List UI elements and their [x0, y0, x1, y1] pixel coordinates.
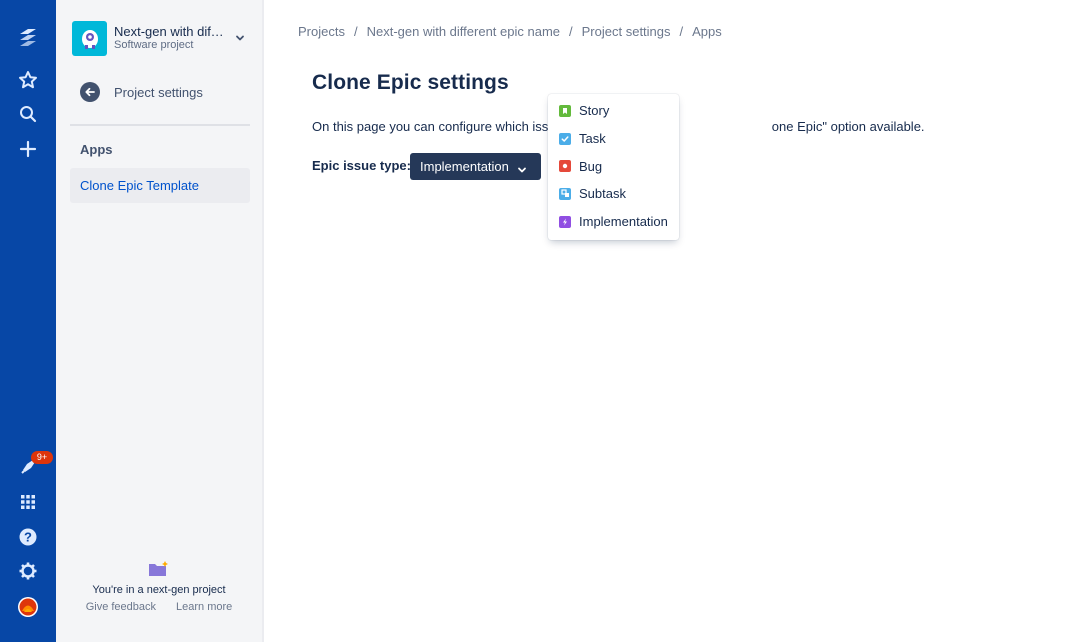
dropdown-option-label: Task: [579, 131, 606, 147]
story-icon: [559, 104, 571, 117]
sidebar-divider: [70, 124, 250, 126]
chevron-down-icon: [517, 162, 527, 180]
plus-icon[interactable]: [12, 133, 44, 165]
epic-issue-type-value: Implementation: [420, 159, 509, 174]
app-switcher-icon[interactable]: [12, 486, 44, 518]
user-avatar-icon[interactable]: [12, 591, 44, 623]
notification-count-badge: 9+: [31, 451, 53, 464]
learn-more-link[interactable]: Learn more: [176, 601, 232, 613]
svg-text:?: ?: [24, 530, 32, 545]
sidebar-item-label: Clone Epic Template: [80, 178, 199, 193]
project-type: Software project: [114, 39, 194, 51]
dropdown-option-subtask[interactable]: Subtask: [548, 180, 679, 208]
folder-sparkle-icon: [148, 560, 170, 578]
search-icon[interactable]: [12, 98, 44, 130]
dropdown-option-bug[interactable]: Bug: [548, 152, 679, 180]
back-label: Project settings: [114, 84, 203, 100]
breadcrumb-apps[interactable]: Apps: [692, 24, 722, 39]
page-description-left: On this page you can configure which iss…: [312, 119, 563, 134]
breadcrumb-separator: /: [569, 24, 573, 39]
breadcrumb-separator: /: [353, 24, 358, 39]
page-title: Clone Epic settings: [312, 71, 509, 94]
dropdown-option-story[interactable]: Story: [548, 97, 679, 125]
breadcrumb-projects[interactable]: Projects: [298, 24, 345, 39]
project-switcher[interactable]: Next-gen with different epic name Softwa…: [72, 20, 252, 56]
dropdown-option-task[interactable]: Task: [548, 125, 679, 153]
task-icon: [559, 132, 571, 145]
sidebar-item-clone-epic-template[interactable]: Clone Epic Template: [70, 168, 250, 203]
project-name: Next-gen with different epic name: [114, 25, 224, 39]
settings-icon[interactable]: [12, 555, 44, 587]
global-navigation: 9+ ?: [0, 0, 56, 642]
back-arrow-icon: [80, 82, 100, 102]
breadcrumb: Projects / Next-gen with different epic …: [298, 24, 722, 39]
project-avatar-icon: [72, 20, 107, 56]
dropdown-option-label: Implementation: [579, 214, 668, 230]
star-icon[interactable]: [12, 64, 44, 96]
page-description-right: one Epic" option available.: [771, 119, 925, 134]
next-gen-text: You're in a next-gen project: [92, 584, 226, 596]
jira-logo-icon[interactable]: [12, 22, 44, 54]
dropdown-option-label: Story: [579, 103, 610, 119]
implementation-icon: [559, 215, 571, 228]
give-feedback-link[interactable]: Give feedback: [86, 601, 156, 613]
dropdown-option-label: Bug: [579, 158, 603, 174]
chevron-down-icon: [234, 31, 246, 49]
subtask-icon: [559, 187, 571, 200]
breadcrumb-project[interactable]: Next-gen with different epic name: [367, 24, 560, 39]
help-icon[interactable]: ?: [12, 521, 44, 553]
dropdown-option-label: Subtask: [579, 186, 626, 202]
dropdown-option-implementation[interactable]: Implementation: [548, 208, 679, 236]
bug-icon: [559, 160, 571, 173]
next-gen-footer: You're in a next-gen project Give feedba…: [56, 560, 262, 613]
back-to-project-settings[interactable]: Project settings: [80, 80, 250, 104]
breadcrumb-separator: /: [679, 24, 684, 39]
epic-issue-type-select[interactable]: Implementation: [410, 153, 541, 180]
sidebar-section-heading: Apps: [80, 142, 113, 157]
epic-issue-type-label: Epic issue type:: [312, 158, 411, 173]
issue-type-dropdown-menu: Story Task Bug Subtask Implementation: [548, 94, 679, 240]
breadcrumb-project-settings[interactable]: Project settings: [582, 24, 671, 39]
